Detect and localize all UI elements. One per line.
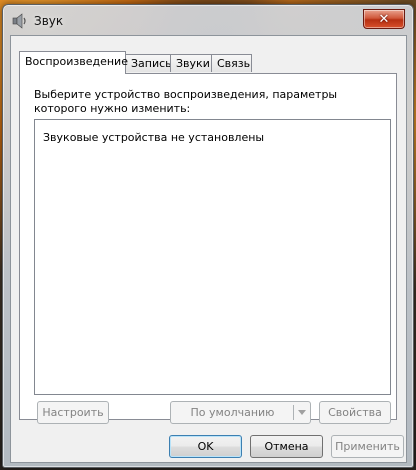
tab-communications[interactable]: Связь <box>211 54 252 72</box>
apply-button[interactable]: Применить <box>331 435 404 458</box>
tab-playback[interactable]: Воспроизведение <box>19 51 128 74</box>
empty-message: Звуковые устройства не установлены <box>43 131 265 144</box>
speaker-icon <box>12 13 28 29</box>
sound-dialog: Звук ✕ Воспроизведение Запись Звуки Связ… <box>2 4 414 468</box>
title-bar[interactable]: Звук ✕ <box>3 5 413 35</box>
dialog-client-area: Воспроизведение Запись Звуки Связь Выбер… <box>10 35 407 463</box>
split-separator <box>293 405 294 420</box>
set-default-label: По умолчанию <box>190 406 275 419</box>
instruction-text: Выберите устройство воспроизведения, пар… <box>34 88 338 115</box>
properties-button[interactable]: Свойства <box>319 401 391 424</box>
close-icon: ✕ <box>378 11 390 27</box>
playback-panel: Выберите устройство воспроизведения, пар… <box>19 73 397 424</box>
configure-button[interactable]: Настроить <box>37 401 109 424</box>
tab-recording[interactable]: Запись <box>125 54 172 72</box>
window-title: Звук <box>34 14 64 28</box>
device-list[interactable]: Звуковые устройства не установлены <box>34 119 391 395</box>
tab-sounds[interactable]: Звуки <box>170 54 212 72</box>
cancel-button[interactable]: Отмена <box>250 435 323 458</box>
chevron-down-icon[interactable] <box>298 410 306 415</box>
close-button[interactable]: ✕ <box>363 9 405 29</box>
ok-button[interactable]: OK <box>169 435 242 458</box>
set-default-split-button[interactable]: По умолчанию <box>170 401 311 424</box>
